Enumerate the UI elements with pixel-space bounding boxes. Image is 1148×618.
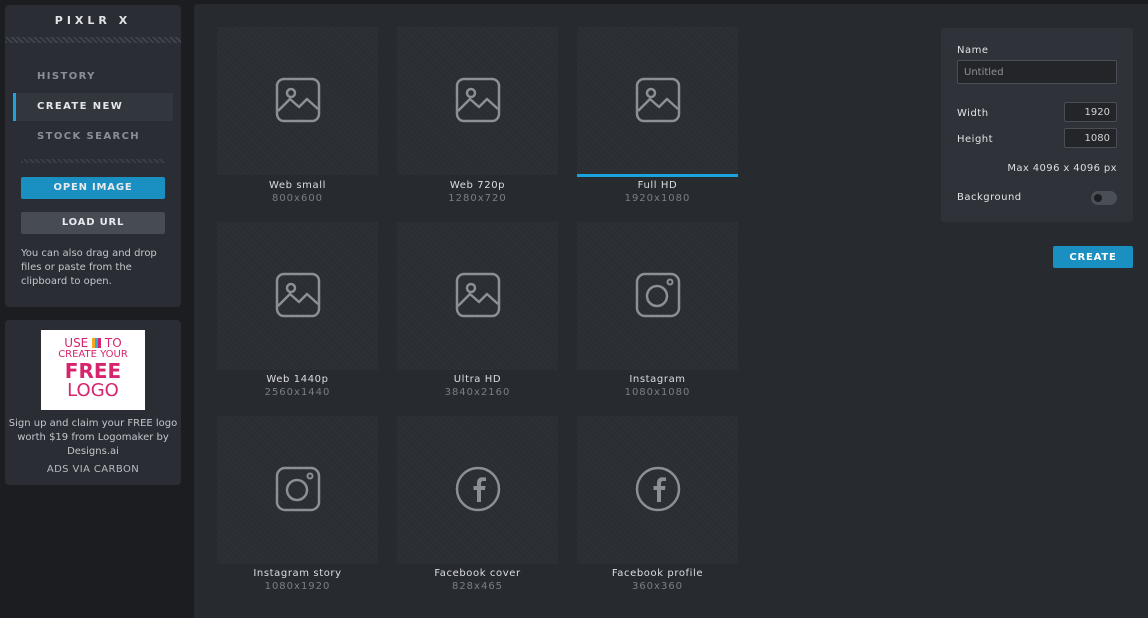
preset-label: Instagram story bbox=[253, 568, 342, 579]
ad-panel: USE TO CREATE YOUR FREE LOGO Sign up and… bbox=[5, 320, 181, 485]
logo-divider bbox=[5, 37, 181, 43]
image-icon bbox=[455, 272, 501, 318]
sidebar-nav: HISTORY CREATE NEW STOCK SEARCH bbox=[5, 63, 181, 151]
preset-size: 1080x1920 bbox=[264, 581, 331, 592]
nav-item-history[interactable]: HISTORY bbox=[13, 63, 173, 91]
facebook-icon bbox=[635, 466, 681, 512]
preset-size: 2560x1440 bbox=[264, 387, 331, 398]
instagram-icon bbox=[275, 466, 321, 512]
preset-tile-web-small[interactable] bbox=[217, 27, 378, 175]
nav-divider bbox=[21, 159, 165, 163]
load-url-button[interactable]: LOAD URL bbox=[21, 212, 165, 234]
app-logo: PIXLR X bbox=[54, 14, 132, 27]
height-label: Height bbox=[957, 134, 994, 145]
name-label: Name bbox=[957, 45, 989, 56]
preset-size: 3840x2160 bbox=[444, 387, 511, 398]
max-size-text: Max 4096 x 4096 px bbox=[1007, 163, 1117, 174]
preset-tile-web-1440p[interactable] bbox=[217, 222, 378, 370]
preset-tile-instagram-story[interactable] bbox=[217, 416, 378, 564]
preset-tile-web-720p[interactable] bbox=[397, 27, 558, 175]
name-input[interactable] bbox=[957, 60, 1117, 84]
image-icon bbox=[455, 77, 501, 123]
preset-tile-full-hd[interactable] bbox=[577, 27, 738, 177]
preset-size: 1080x1080 bbox=[624, 387, 691, 398]
preset-tile-facebook-cover[interactable] bbox=[397, 416, 558, 564]
width-input[interactable] bbox=[1064, 102, 1117, 122]
document-properties-panel: Name Width Height Max 4096 x 4096 px Bac… bbox=[941, 28, 1133, 222]
open-image-button[interactable]: OPEN IMAGE bbox=[21, 177, 165, 199]
preset-size: 1280x720 bbox=[448, 193, 507, 204]
preset-tile-facebook-profile[interactable] bbox=[577, 416, 738, 564]
preset-size: 828x465 bbox=[451, 581, 504, 592]
preset-label: Facebook cover bbox=[434, 568, 521, 579]
preset-label: Web 720p bbox=[449, 180, 506, 191]
preset-tile-instagram[interactable] bbox=[577, 222, 738, 370]
facebook-icon bbox=[455, 466, 501, 512]
sidebar: PIXLR X HISTORY CREATE NEW STOCK SEARCH … bbox=[5, 5, 181, 307]
ad-image-line4: LOGO bbox=[67, 380, 119, 401]
preset-tile-ultra-hd[interactable] bbox=[397, 222, 558, 370]
preset-size: 800x600 bbox=[271, 193, 324, 204]
toggle-knob bbox=[1094, 194, 1102, 202]
logomaker-mark-icon bbox=[92, 338, 102, 348]
width-label: Width bbox=[957, 108, 989, 119]
ad-image-line3: FREE bbox=[64, 359, 122, 383]
nav-item-create-new[interactable]: CREATE NEW bbox=[13, 93, 173, 121]
image-icon bbox=[635, 77, 681, 123]
image-icon bbox=[275, 272, 321, 318]
image-icon bbox=[275, 77, 321, 123]
preset-label: Instagram bbox=[629, 374, 686, 385]
preset-label: Web 1440p bbox=[266, 374, 329, 385]
app: PIXLR X HISTORY CREATE NEW STOCK SEARCH … bbox=[0, 0, 1148, 618]
open-hint-text: You can also drag and drop files or past… bbox=[21, 248, 157, 287]
ad-image-line1: USE bbox=[64, 336, 89, 350]
preset-label: Web small bbox=[268, 180, 327, 191]
instagram-icon bbox=[635, 272, 681, 318]
nav-item-stock-search[interactable]: STOCK SEARCH bbox=[13, 123, 173, 151]
preset-size: 1920x1080 bbox=[624, 193, 691, 204]
ad-image-line1b: TO bbox=[104, 336, 122, 350]
height-input[interactable] bbox=[1064, 128, 1117, 148]
preset-label: Full HD bbox=[637, 180, 678, 191]
ads-via-carbon-link[interactable]: ADS VIA CARBON bbox=[5, 464, 181, 475]
ad-text[interactable]: Sign up and claim your FREE logo worth $… bbox=[5, 417, 181, 459]
preset-size: 360x360 bbox=[631, 581, 684, 592]
ad-image[interactable]: USE TO CREATE YOUR FREE LOGO bbox=[41, 330, 145, 410]
background-label: Background bbox=[957, 192, 1022, 203]
create-button[interactable]: CREATE bbox=[1053, 246, 1133, 268]
background-toggle[interactable] bbox=[1091, 191, 1117, 205]
preset-label: Ultra HD bbox=[453, 374, 502, 385]
preset-label: Facebook profile bbox=[611, 568, 704, 579]
